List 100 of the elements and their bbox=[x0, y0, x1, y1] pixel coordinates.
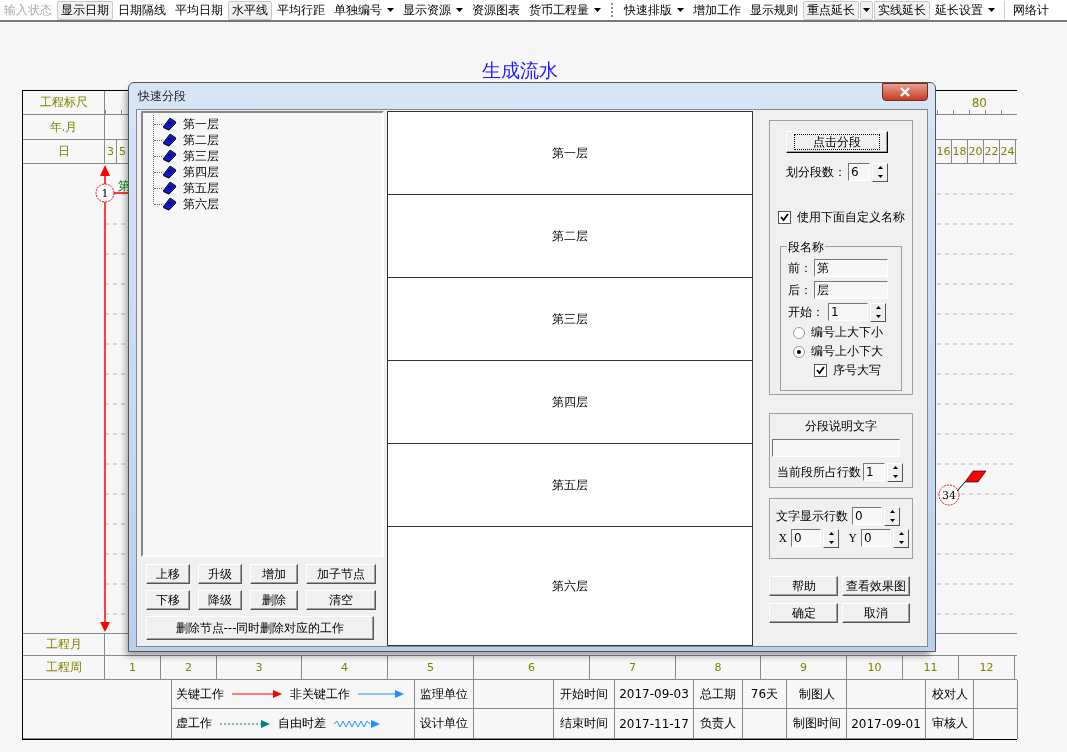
tree-item[interactable]: 第六层 bbox=[183, 195, 219, 213]
book-icon bbox=[162, 165, 177, 179]
dialog-button[interactable]: 取消 bbox=[842, 603, 910, 623]
toolbar-button[interactable]: 显示规则 bbox=[746, 0, 802, 20]
table-cell: 负责人 bbox=[694, 709, 743, 739]
dialog-button[interactable]: 降级 bbox=[198, 590, 242, 610]
tree-item[interactable]: 第二层 bbox=[183, 131, 219, 149]
radio-label: 编号上大下小 bbox=[811, 324, 883, 341]
delete-node-button[interactable]: 删除节点---同时删除对应的工作 bbox=[146, 616, 374, 640]
group-title: 分段说明文字 bbox=[804, 418, 878, 435]
week-cell: 7 bbox=[590, 656, 676, 679]
caret-icon bbox=[456, 8, 463, 12]
table-cell: 总工期 bbox=[694, 680, 743, 709]
segment-label: 第四层 bbox=[552, 393, 588, 411]
toolbar-dropdown[interactable]: 快速排版 bbox=[620, 0, 688, 20]
segment-label: 第二层 bbox=[552, 227, 588, 245]
toolbar-button[interactable]: 日期隔线 bbox=[114, 0, 170, 20]
week-cell: 8 bbox=[676, 656, 761, 679]
tree-item[interactable]: 第一层 bbox=[183, 115, 219, 133]
spin-button[interactable] bbox=[823, 528, 839, 548]
segment-label: 第五层 bbox=[552, 476, 588, 494]
number-field[interactable]: 1 bbox=[828, 303, 868, 321]
down-arrow-icon bbox=[898, 540, 904, 544]
segment-label: 第一层 bbox=[552, 144, 588, 162]
spin-button[interactable] bbox=[893, 528, 909, 548]
up-arrow-icon bbox=[898, 532, 904, 536]
number-field[interactable]: 0 bbox=[861, 529, 891, 547]
table-cell bbox=[743, 709, 787, 739]
dialog-button[interactable]: 加子节点 bbox=[306, 564, 376, 584]
toolbar-button[interactable]: 网络计 bbox=[1009, 0, 1053, 20]
critical-arrow-icon bbox=[232, 690, 282, 698]
dropdown-button[interactable] bbox=[860, 0, 873, 20]
field-label: Y bbox=[849, 531, 857, 545]
field-label: 划分段数： bbox=[786, 163, 846, 181]
table-cell: 2017-11-17 bbox=[615, 709, 694, 739]
toolbar-button[interactable]: 显示日期 bbox=[57, 0, 113, 20]
spin-button[interactable] bbox=[872, 162, 888, 182]
dialog-button[interactable]: 增加 bbox=[250, 564, 298, 584]
toolbar-button[interactable]: 平均日期 bbox=[171, 0, 227, 20]
week-cell: 2 bbox=[161, 656, 217, 679]
spin-button[interactable] bbox=[887, 462, 903, 482]
wavy-arrow-icon bbox=[334, 719, 380, 728]
dialog-button[interactable]: 上移 bbox=[146, 564, 190, 584]
field-label: X bbox=[779, 531, 787, 545]
toolbar-grip[interactable] bbox=[611, 3, 615, 17]
down-arrow-icon bbox=[875, 314, 881, 318]
network-node: 1 bbox=[95, 183, 115, 203]
dialog-button[interactable]: 升级 bbox=[198, 564, 242, 584]
toolbar-dropdown[interactable]: 单独编号 bbox=[330, 0, 398, 20]
spin-button[interactable] bbox=[884, 506, 900, 526]
dialog-button[interactable]: 查看效果图 bbox=[842, 576, 910, 596]
segment-label: 第六层 bbox=[552, 577, 588, 595]
row-label: 工程月 bbox=[23, 634, 105, 655]
tree-item[interactable]: 第三层 bbox=[183, 147, 219, 165]
number-field[interactable]: 6 bbox=[848, 163, 870, 181]
table-cell: 结束时间 bbox=[554, 709, 615, 739]
number-field[interactable]: 0 bbox=[852, 507, 882, 525]
radio-button[interactable] bbox=[793, 345, 805, 358]
text-field[interactable]: 第 bbox=[814, 259, 888, 277]
toolbar-button[interactable]: 平均行距 bbox=[273, 0, 329, 20]
number-field[interactable]: 1 bbox=[863, 463, 885, 481]
table-cell: 校对人 bbox=[926, 680, 974, 709]
split-button[interactable]: 点击分段 bbox=[786, 131, 888, 153]
legend-label: 自由时差 bbox=[278, 715, 326, 732]
toolbar-button[interactable]: 重点延长 bbox=[803, 0, 859, 20]
field-label: 前： bbox=[788, 259, 812, 277]
toolbar-dropdown[interactable]: 延长设置 bbox=[931, 0, 999, 20]
text-field[interactable] bbox=[772, 439, 900, 457]
toolbar-button[interactable]: 资源图表 bbox=[468, 0, 524, 20]
checkbox[interactable] bbox=[814, 364, 827, 377]
dialog-button[interactable]: 确定 bbox=[769, 603, 838, 623]
dialog-button[interactable]: 删除 bbox=[250, 590, 298, 610]
toolbar-button[interactable]: 水平线 bbox=[228, 0, 272, 20]
week-cell: 12 bbox=[959, 656, 1015, 679]
tree-item[interactable]: 第四层 bbox=[183, 163, 219, 181]
dialog-button[interactable]: 下移 bbox=[146, 590, 190, 610]
day-cell: 3 bbox=[105, 140, 117, 163]
tree-item[interactable]: 第五层 bbox=[183, 179, 219, 197]
close-button[interactable] bbox=[882, 83, 928, 101]
book-icon bbox=[162, 149, 177, 163]
number-field[interactable]: 0 bbox=[791, 529, 821, 547]
table-cell: 制图时间 bbox=[787, 709, 847, 739]
table-cell: 2017-09-01 bbox=[847, 709, 926, 739]
checkbox[interactable] bbox=[778, 210, 791, 224]
toolbar-button[interactable]: 增加工作 bbox=[689, 0, 745, 20]
caret-icon bbox=[988, 8, 995, 12]
flag-icon bbox=[956, 470, 987, 492]
spin-button[interactable] bbox=[870, 302, 886, 322]
dialog-button[interactable]: 清空 bbox=[306, 590, 376, 610]
week-cell: 6 bbox=[474, 656, 590, 679]
row-label: 年.月 bbox=[23, 115, 105, 139]
radio-button[interactable] bbox=[793, 326, 805, 339]
table-cell bbox=[974, 680, 1018, 709]
toolbar-dropdown[interactable]: 显示资源 bbox=[399, 0, 467, 20]
week-cell: 9 bbox=[761, 656, 847, 679]
dialog-button[interactable]: 帮助 bbox=[769, 576, 838, 596]
text-field[interactable]: 层 bbox=[814, 281, 888, 299]
toolbar-button[interactable]: 实线延长 bbox=[874, 0, 930, 20]
toolbar-dropdown[interactable]: 货币工程量 bbox=[525, 0, 605, 20]
caret-icon bbox=[594, 8, 601, 12]
